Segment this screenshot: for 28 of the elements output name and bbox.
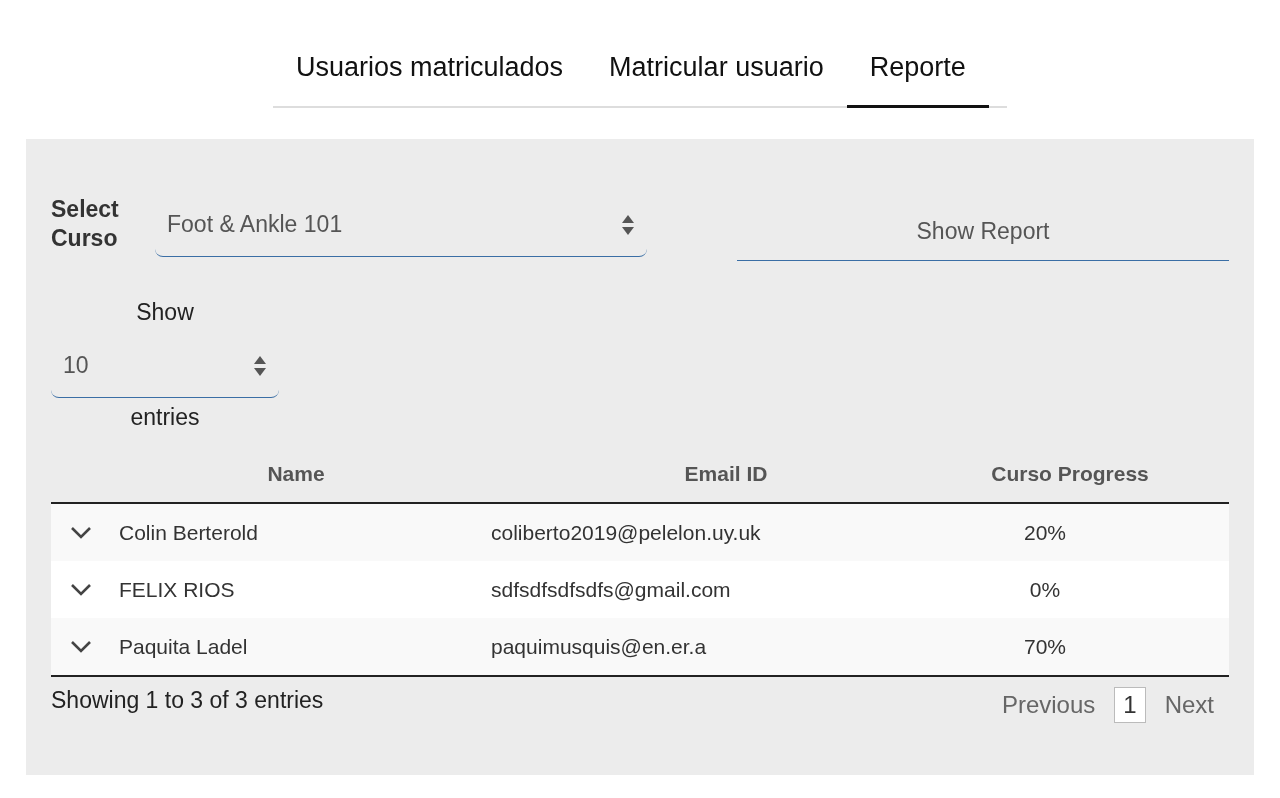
entries-select[interactable]: 10 xyxy=(51,334,279,398)
page-link[interactable]: Previous xyxy=(986,687,1111,723)
tab[interactable]: Usuarios matriculados xyxy=(273,42,587,108)
column-header[interactable]: Email ID xyxy=(684,461,768,486)
course-select[interactable]: Foot & Ankle 101 xyxy=(155,193,647,257)
email-cell: paquimusquis@en.er.a xyxy=(491,634,707,659)
tab[interactable]: Reporte xyxy=(846,42,989,108)
entries-info: Showing 1 to 3 of 3 entries xyxy=(51,687,324,714)
page-button[interactable]: 1 xyxy=(1114,687,1146,723)
column-header[interactable]: Name xyxy=(267,461,325,486)
show-label: Show xyxy=(135,299,195,326)
progress-cell: 70% xyxy=(1024,634,1066,659)
chevron-down-icon[interactable] xyxy=(70,525,92,540)
chevron-down-icon[interactable] xyxy=(70,639,92,654)
tab[interactable]: Matricular usuario xyxy=(586,42,847,108)
progress-cell: 0% xyxy=(1029,577,1061,602)
select-label: Select Curso xyxy=(51,195,120,253)
email-cell: coliberto2019@pelelon.uy.uk xyxy=(491,520,761,545)
page-link[interactable]: Next xyxy=(1149,687,1229,723)
show-report-button[interactable]: Show Report xyxy=(737,193,1229,261)
progress-cell: 20% xyxy=(1024,520,1066,545)
chevron-down-icon[interactable] xyxy=(70,582,92,597)
name-cell: FELIX RIOS xyxy=(119,577,235,602)
name-cell: Paquita Ladel xyxy=(119,634,248,659)
column-header[interactable]: Curso Progress xyxy=(991,461,1149,486)
email-cell: sdfsdfsdfsdfs@gmail.com xyxy=(491,577,731,602)
entries-label: entries xyxy=(129,404,201,431)
name-cell: Colin Berterold xyxy=(119,520,258,545)
